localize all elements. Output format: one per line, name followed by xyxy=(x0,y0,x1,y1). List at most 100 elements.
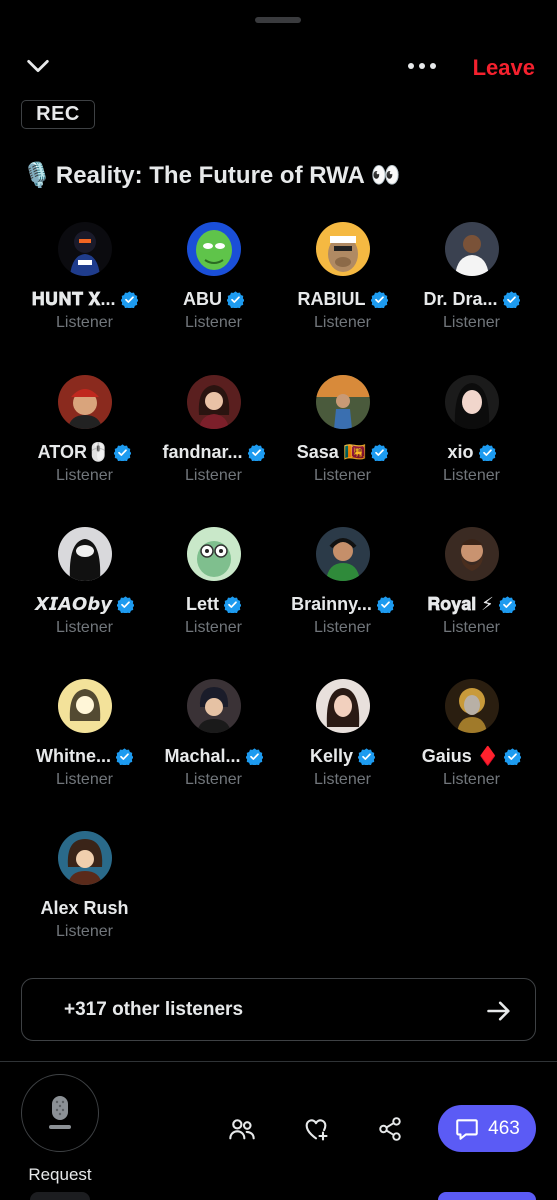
participant-role: Listener xyxy=(314,314,371,331)
verified-badge-icon xyxy=(370,291,388,308)
participant-role: Listener xyxy=(56,771,113,788)
share-button[interactable] xyxy=(373,1112,407,1146)
participant[interactable]: Brainny... Listener xyxy=(278,527,407,657)
participant-role: Listener xyxy=(443,314,500,331)
avatar xyxy=(57,375,112,429)
footer-divider xyxy=(0,1061,557,1062)
participant-name: Sasa 🇱🇰 xyxy=(296,442,367,462)
participant-role: Listener xyxy=(314,771,371,788)
participant-name: Whitne... xyxy=(36,746,111,766)
avatar xyxy=(57,222,112,276)
verified-badge-icon xyxy=(504,748,522,765)
participant[interactable]: Whitne... Listener xyxy=(20,679,149,809)
participant-role: Listener xyxy=(314,619,371,636)
avatar xyxy=(186,375,241,429)
participant[interactable]: 𝙓𝙄𝘼𝙊𝙗𝙮 Listener xyxy=(20,527,149,657)
like-button[interactable] xyxy=(299,1112,333,1146)
verified-badge-icon xyxy=(116,748,133,765)
other-listeners-label: +317 other listeners xyxy=(64,999,244,1020)
recording-badge: REC xyxy=(21,100,95,129)
participant[interactable]: Dr. Dra... Listener xyxy=(407,222,536,352)
participant[interactable]: Lett Listener xyxy=(149,527,278,657)
participant[interactable]: Sasa 🇱🇰 Listener xyxy=(278,375,407,505)
participant[interactable]: fandnar... Listener xyxy=(149,375,278,505)
participant[interactable]: Alex Rush Listener xyxy=(20,831,149,961)
participant-role: Listener xyxy=(56,619,113,636)
participant-name: Kelly xyxy=(309,746,354,766)
participant-name: ATOR🖱️ xyxy=(37,442,110,462)
verified-badge-icon xyxy=(120,291,138,308)
collapse-chevron-icon[interactable] xyxy=(22,50,54,82)
avatar xyxy=(444,375,499,429)
avatar xyxy=(315,375,370,429)
participant-role: Listener xyxy=(443,619,500,636)
microphone-icon xyxy=(49,1096,71,1129)
avatar xyxy=(186,679,241,733)
participant[interactable]: Gaius ♦️ Listener xyxy=(407,679,536,809)
verified-badge-icon xyxy=(376,596,394,613)
avatar xyxy=(315,679,370,733)
title-microphone-icon: 🎙️ xyxy=(22,161,52,189)
request-label: Request xyxy=(28,1165,92,1184)
participant[interactable]: 𝐇𝐔𝐍𝐓 𝐗... Listener xyxy=(20,222,149,352)
verified-badge-icon xyxy=(371,444,389,461)
participant-role: Listener xyxy=(314,467,371,484)
other-listeners-button[interactable]: +317 other listeners xyxy=(21,978,536,1041)
participant-role: Listener xyxy=(443,467,500,484)
avatar xyxy=(186,527,241,581)
top-bar: Leave xyxy=(0,50,557,90)
verified-badge-icon xyxy=(247,444,265,461)
space-title-text: Reality: The Future of RWA 👀 xyxy=(55,161,401,189)
participant-name: Brainny... xyxy=(291,594,372,614)
arrow-right-icon xyxy=(487,1001,510,1021)
participant-name: Dr. Dra... xyxy=(423,289,498,309)
verified-badge-icon xyxy=(227,291,244,308)
verified-badge-icon xyxy=(116,596,134,613)
space-title: 🎙️ Reality: The Future of RWA 👀 xyxy=(22,158,542,192)
participant-name: Gaius ♦️ xyxy=(421,746,500,766)
participant[interactable]: 𝐑𝐨𝐲𝐚𝐥 ⚡ Listener xyxy=(407,527,536,657)
participant-name: Machal... xyxy=(164,746,241,766)
avatar xyxy=(444,222,499,276)
more-options-icon[interactable] xyxy=(402,52,442,80)
avatar xyxy=(315,222,370,276)
chat-count: 463 xyxy=(488,1117,520,1139)
leave-button[interactable]: Leave xyxy=(473,55,535,81)
verified-badge-icon xyxy=(245,748,263,765)
participant[interactable]: RABIUL Listener xyxy=(278,222,407,352)
participant-name: 𝐑𝐨𝐲𝐚𝐥 ⚡ xyxy=(427,594,494,614)
verified-badge-icon xyxy=(502,291,520,308)
avatar xyxy=(444,527,499,581)
participant-name: Lett xyxy=(186,594,219,614)
participant[interactable]: ATOR🖱️ Listener xyxy=(20,375,149,505)
participant-role: Listener xyxy=(56,467,113,484)
participant-name: ABU xyxy=(183,289,222,309)
verified-badge-icon xyxy=(478,444,496,461)
participant-role: Listener xyxy=(185,771,242,788)
request-mic-button[interactable] xyxy=(21,1074,99,1152)
participant-role: Listener xyxy=(185,619,242,636)
avatar xyxy=(57,679,112,733)
heart-plus-icon xyxy=(305,1119,328,1141)
participant-name: RABIUL xyxy=(297,289,366,309)
participant[interactable]: Machal... Listener xyxy=(149,679,278,809)
participant[interactable]: Kelly Listener xyxy=(278,679,407,809)
participant-name: 𝐇𝐔𝐍𝐓 𝐗... xyxy=(31,289,116,309)
participant[interactable]: xio Listener xyxy=(407,375,536,505)
drag-handle[interactable] xyxy=(255,17,301,23)
participant-role: Listener xyxy=(443,771,500,788)
participant-name: xio xyxy=(447,442,474,462)
people-button[interactable] xyxy=(225,1112,259,1146)
participant-role: Listener xyxy=(185,467,242,484)
chat-button[interactable]: 463 xyxy=(438,1105,536,1152)
verified-badge-icon xyxy=(114,444,132,461)
avatar xyxy=(57,831,112,885)
avatar xyxy=(57,527,112,581)
verified-badge-icon xyxy=(224,596,241,613)
participant[interactable]: ABU Listener xyxy=(149,222,278,352)
participant-name: 𝙓𝙄𝘼𝙊𝙗𝙮 xyxy=(35,594,112,614)
bottom-peek-left xyxy=(30,1192,90,1200)
participant-name: fandnar... xyxy=(162,442,243,462)
participant-name: Alex Rush xyxy=(40,898,129,918)
avatar xyxy=(315,527,370,581)
